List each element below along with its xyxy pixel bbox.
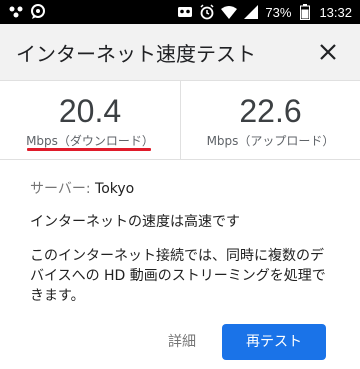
close-button[interactable] <box>312 36 344 68</box>
download-result: 20.4 Mbps（ダウンロード） <box>0 81 180 160</box>
server-line: サーバー: Tokyo <box>30 179 330 199</box>
status-bar-left <box>8 4 46 20</box>
retest-button[interactable]: 再テスト <box>222 324 326 360</box>
download-speed-value: 20.4 <box>58 93 122 129</box>
details-button[interactable]: 詳細 <box>162 330 202 354</box>
speed-description: このインターネット接続では、同時に複数のデバイスへの HD 動画のストリーミング… <box>30 248 326 304</box>
alarm-icon <box>199 4 215 20</box>
wifi-icon <box>221 4 238 20</box>
download-underline <box>27 148 151 151</box>
server-value: Tokyo <box>95 181 135 197</box>
battery-icon <box>297 4 313 20</box>
upload-result: 22.6 Mbps（アップロード） <box>180 81 360 160</box>
status-bar: 73% 13:32 <box>0 0 360 24</box>
chat-bubble-icon <box>30 4 46 20</box>
upload-speed-label: Mbps（アップロード） <box>206 134 335 148</box>
result-body: サーバー: Tokyo インターネットの速度は高速です このインターネット接続で… <box>0 161 360 321</box>
server-label: サーバー: <box>30 181 96 197</box>
dialog-actions: 詳細 再テスト <box>0 322 360 362</box>
download-speed-label: Mbps（ダウンロード） <box>26 134 154 148</box>
signal-icon <box>243 4 259 20</box>
status-time: 13:32 <box>319 4 352 20</box>
dialog-header: インターネット速度テスト <box>0 24 360 80</box>
status-bar-right: 73% 13:32 <box>177 4 352 20</box>
device-icon <box>8 4 24 20</box>
speed-summary: インターネットの速度は高速です <box>30 214 240 230</box>
upload-speed-value: 22.6 <box>239 93 302 129</box>
battery-percent: 73% <box>265 4 292 20</box>
speed-results: 20.4 Mbps（ダウンロード） 22.6 Mbps（アップロード） <box>0 80 360 160</box>
dialog-title: インターネット速度テスト <box>16 41 256 66</box>
cassette-icon <box>177 4 193 20</box>
close-icon <box>320 44 336 60</box>
